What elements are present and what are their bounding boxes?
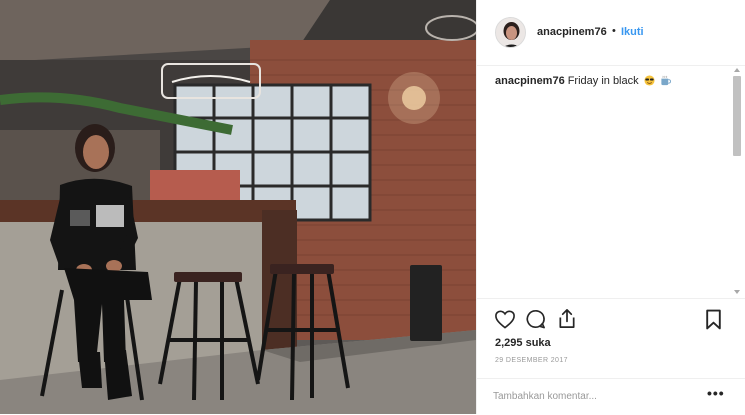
caption: anacpinem76 Friday in black xyxy=(495,74,671,88)
comment-input[interactable] xyxy=(493,388,693,404)
scroll-down-arrow-icon[interactable] xyxy=(734,290,740,294)
add-comment-bar: ••• xyxy=(477,378,745,415)
share-upload-icon[interactable] xyxy=(557,308,577,329)
post-sidebar: anacpinem76 • Ikuti anacpinem76 Friday in… xyxy=(476,0,745,414)
like-heart-icon[interactable] xyxy=(494,309,516,329)
follow-button[interactable]: Ikuti xyxy=(621,26,644,38)
caption-text: Friday in black xyxy=(567,75,639,87)
likes-count[interactable]: 2,295 suka xyxy=(495,337,551,349)
comments-scrollbar[interactable] xyxy=(731,66,743,298)
save-bookmark-icon[interactable] xyxy=(705,309,722,330)
caption-username[interactable]: anacpinem76 xyxy=(495,75,565,87)
post-username[interactable]: anacpinem76 xyxy=(537,26,607,38)
comment-bubble-icon[interactable] xyxy=(525,309,546,329)
more-options-button[interactable]: ••• xyxy=(707,385,725,401)
scroll-thumb[interactable] xyxy=(733,76,741,156)
comments-area: anacpinem76 Friday in black xyxy=(477,66,745,298)
coffee-emoji-icon xyxy=(661,75,671,86)
post-date: 29 DESEMBER 2017 xyxy=(495,357,568,364)
post-photo[interactable] xyxy=(0,0,476,414)
post-image xyxy=(0,0,476,414)
avatar-image xyxy=(496,18,525,47)
avatar[interactable] xyxy=(495,17,526,48)
sunglasses-emoji-icon xyxy=(644,75,655,86)
scroll-up-arrow-icon[interactable] xyxy=(734,68,740,72)
separator-dot: • xyxy=(612,25,616,37)
post-modal: anacpinem76 • Ikuti anacpinem76 Friday in… xyxy=(0,0,745,414)
post-header: anacpinem76 • Ikuti xyxy=(477,0,745,66)
post-actions: 2,295 suka 29 DESEMBER 2017 ••• xyxy=(477,298,745,414)
